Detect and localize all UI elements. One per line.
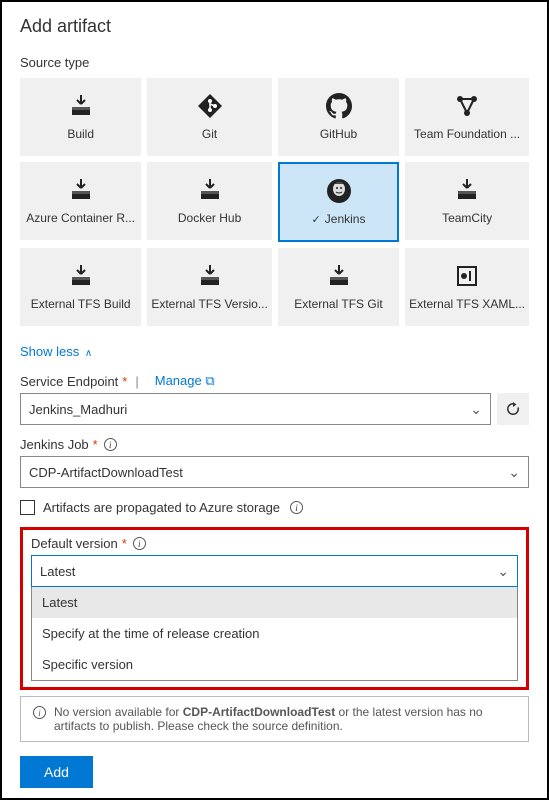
default-version-label: Default version: [31, 536, 118, 551]
version-option[interactable]: Latest: [32, 587, 517, 618]
xaml-icon: [454, 263, 480, 289]
show-less-text: Show less: [20, 344, 79, 359]
refresh-icon: [505, 401, 521, 417]
refresh-button[interactable]: [497, 393, 529, 425]
default-version-select[interactable]: Latest ⌄: [31, 555, 518, 587]
tile-label: Build: [67, 127, 94, 141]
default-version-value: Latest: [40, 564, 75, 579]
download-box-icon: [454, 177, 480, 203]
info-icon[interactable]: i: [290, 501, 303, 514]
download-box-icon: [197, 263, 223, 289]
info-icon[interactable]: i: [104, 438, 117, 451]
source-tile-git[interactable]: Git: [147, 78, 272, 156]
version-warning: i No version available for CDP-ArtifactD…: [20, 696, 529, 742]
manage-link[interactable]: Manage ⧉: [155, 373, 215, 389]
info-icon[interactable]: i: [133, 537, 146, 550]
source-tile-jenkins[interactable]: ✓Jenkins: [278, 162, 399, 242]
tile-label: Azure Container R...: [26, 211, 135, 225]
show-less-link[interactable]: Show less ∧: [20, 344, 92, 359]
tile-label: External TFS Git: [294, 297, 382, 311]
jenkins-job-value: CDP-ArtifactDownloadTest: [29, 465, 183, 480]
required-asterisk: *: [122, 536, 127, 551]
service-endpoint-value: Jenkins_Madhuri: [29, 402, 127, 417]
service-endpoint-label: Service Endpoint: [20, 374, 118, 389]
source-tile-build[interactable]: Build: [20, 78, 141, 156]
tile-label: TeamCity: [442, 211, 492, 225]
tfvc-icon: [454, 93, 480, 119]
source-tile-acr[interactable]: Azure Container R...: [20, 162, 141, 240]
tile-label: Team Foundation ...: [414, 127, 520, 141]
service-endpoint-select[interactable]: Jenkins_Madhuri ⌄: [20, 393, 491, 425]
git-icon: [197, 93, 223, 119]
jenkins-icon: [326, 178, 352, 204]
source-tile-ext-git[interactable]: External TFS Git: [278, 248, 399, 326]
chevron-down-icon: ⌄: [470, 401, 482, 418]
jenkins-job-label: Jenkins Job: [20, 437, 89, 452]
source-tile-ext-version[interactable]: External TFS Versio...: [147, 248, 272, 326]
source-type-label: Source type: [20, 55, 529, 70]
source-tile-github[interactable]: GitHub: [278, 78, 399, 156]
propagate-label: Artifacts are propagated to Azure storag…: [43, 500, 280, 515]
required-asterisk: *: [93, 437, 98, 452]
download-box-icon: [326, 263, 352, 289]
source-type-grid: Build Git GitHub Team Foundation ... Azu…: [20, 78, 529, 326]
download-box-icon: [68, 263, 94, 289]
chevron-down-icon: ⌄: [497, 563, 509, 580]
default-version-section: Default version * i Latest ⌄ LatestSpeci…: [20, 527, 529, 690]
source-tile-tfvc[interactable]: Team Foundation ...: [405, 78, 529, 156]
download-box-icon: [68, 177, 94, 203]
download-box-icon: [68, 93, 94, 119]
version-option[interactable]: Specific version: [32, 649, 517, 680]
add-button[interactable]: Add: [20, 756, 93, 788]
tile-label: External TFS Build: [31, 297, 131, 311]
divider: |: [135, 374, 138, 389]
tile-label: Docker Hub: [178, 211, 241, 225]
check-icon: ✓: [312, 213, 321, 226]
source-tile-ext-xaml[interactable]: External TFS XAML...: [405, 248, 529, 326]
source-tile-dockerhub[interactable]: Docker Hub: [147, 162, 272, 240]
default-version-dropdown: LatestSpecify at the time of release cre…: [31, 587, 518, 681]
tile-label: ✓Jenkins: [312, 212, 366, 226]
tile-label: External TFS XAML...: [409, 297, 525, 311]
page-title: Add artifact: [20, 16, 529, 37]
source-tile-ext-build[interactable]: External TFS Build: [20, 248, 141, 326]
required-asterisk: *: [122, 374, 127, 389]
version-option[interactable]: Specify at the time of release creation: [32, 618, 517, 649]
download-box-icon: [197, 177, 223, 203]
external-link-icon: ⧉: [205, 373, 214, 388]
tile-label: External TFS Versio...: [151, 297, 268, 311]
tile-label: GitHub: [320, 127, 357, 141]
chevron-up-icon: ∧: [85, 348, 92, 359]
github-icon: [326, 93, 352, 119]
info-icon: i: [33, 706, 46, 719]
chevron-down-icon: ⌄: [508, 464, 520, 481]
tile-label: Git: [202, 127, 217, 141]
propagate-checkbox[interactable]: [20, 500, 35, 515]
source-tile-teamcity[interactable]: TeamCity: [405, 162, 529, 240]
jenkins-job-select[interactable]: CDP-ArtifactDownloadTest ⌄: [20, 456, 529, 488]
